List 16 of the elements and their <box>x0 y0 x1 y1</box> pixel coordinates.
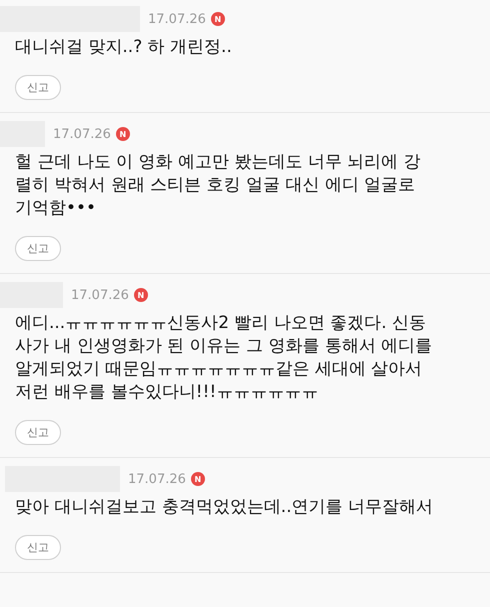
report-button[interactable]: 신고 <box>15 535 61 560</box>
comment-date: 17.07.26 <box>71 288 129 302</box>
comment-text: 헐 근데 나도 이 영화 예고만 봤는데도 너무 뇌리에 강 렬히 박혀서 원래 스티븐 호킹 얼굴 대신 에디 얼굴로 기억함••• <box>15 151 422 220</box>
new-badge: N <box>116 127 130 141</box>
report-button[interactable]: 신고 <box>15 420 61 445</box>
comment-date: 17.07.26 <box>148 12 206 26</box>
report-button[interactable]: 신고 <box>15 75 61 100</box>
new-badge: N <box>190 472 205 486</box>
comment-text: 에디...ㅠㅠㅠㅠㅠㅠ신동사2 빨리 나오면 좋겠다. 신동 사가 내 인생영화가 된 이유는 그 영화를 통해서 에디를 알게되었기 때문임ㅠㅠㅠㅠㅠㅠㅠ같은 세대에 살아서 저런 배우를 볼수있다니!!!ㅠㅠㅠㅠㅠㅠ <box>15 312 434 404</box>
comment-date: 17.07.26 <box>53 126 111 142</box>
report-button[interactable]: 신고 <box>15 236 61 261</box>
comment-date: 17.07.26 <box>128 472 186 486</box>
comment-text: 대니쉬걸 맞지..? 하 개린정.. <box>15 36 233 59</box>
new-badge: N <box>210 12 225 26</box>
new-badge: N <box>134 288 148 302</box>
comment-text: 맞아 대니쉬걸보고 충격먹었었는데..연기를 너무잘해서 <box>15 496 434 519</box>
